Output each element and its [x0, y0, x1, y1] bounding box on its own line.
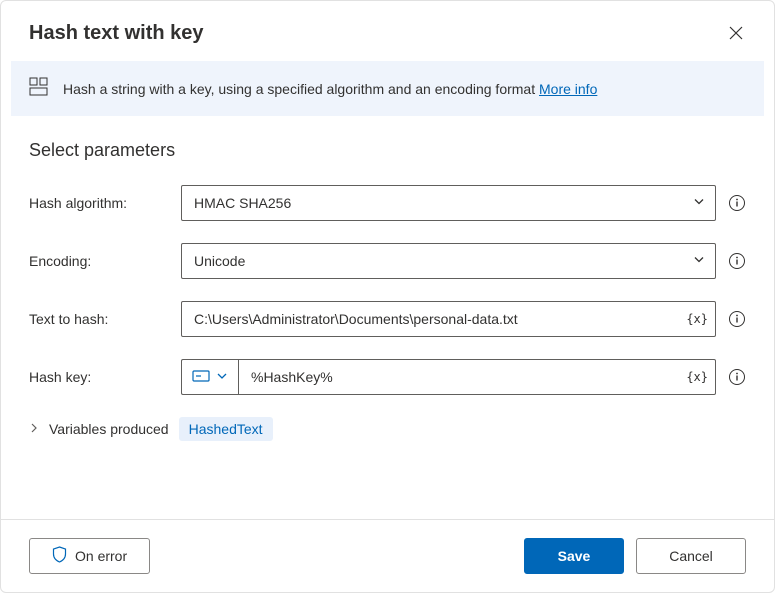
info-banner: Hash a string with a key, using a specif…	[11, 61, 764, 116]
variable-chip[interactable]: HashedText	[179, 417, 273, 441]
close-icon	[728, 25, 744, 41]
more-info-link[interactable]: More info	[539, 81, 597, 97]
chevron-down-icon	[216, 369, 228, 385]
help-icon-encoding[interactable]	[728, 252, 746, 270]
cancel-button[interactable]: Cancel	[636, 538, 746, 574]
save-button[interactable]: Save	[524, 538, 624, 574]
encoding-select[interactable]	[181, 243, 716, 279]
key-input[interactable]	[238, 359, 716, 395]
text-input[interactable]	[181, 301, 716, 337]
text-field-icon	[192, 369, 210, 386]
param-row-text: Text to hash: {x}	[29, 301, 746, 337]
dialog-content: Select parameters Hash algorithm: Encodi…	[1, 116, 774, 519]
key-label: Hash key:	[29, 369, 169, 385]
dialog-header: Hash text with key	[1, 1, 774, 61]
shield-icon	[52, 546, 67, 566]
param-row-encoding: Encoding:	[29, 243, 746, 279]
on-error-button[interactable]: On error	[29, 538, 150, 574]
variable-picker-icon[interactable]: {x}	[686, 370, 708, 384]
close-button[interactable]	[722, 19, 750, 47]
encoding-label: Encoding:	[29, 253, 169, 269]
variable-picker-icon[interactable]: {x}	[686, 312, 708, 326]
dialog-title: Hash text with key	[29, 22, 204, 45]
action-icon	[29, 77, 49, 100]
help-icon-algorithm[interactable]	[728, 194, 746, 212]
dialog-footer: On error Save Cancel	[1, 519, 774, 592]
on-error-label: On error	[75, 548, 127, 564]
banner-description: Hash a string with a key, using a specif…	[63, 81, 539, 97]
algorithm-select[interactable]	[181, 185, 716, 221]
variables-produced-row: Variables produced HashedText	[29, 417, 746, 441]
help-icon-key[interactable]	[728, 368, 746, 386]
param-row-algorithm: Hash algorithm:	[29, 185, 746, 221]
banner-text: Hash a string with a key, using a specif…	[63, 81, 597, 97]
param-row-key: Hash key: {x}	[29, 359, 746, 395]
section-title: Select parameters	[29, 140, 746, 161]
algorithm-label: Hash algorithm:	[29, 195, 169, 211]
text-label: Text to hash:	[29, 311, 169, 327]
expand-chevron-icon[interactable]	[29, 423, 39, 436]
input-type-selector[interactable]	[181, 359, 238, 395]
variables-produced-label: Variables produced	[49, 421, 169, 437]
help-icon-text[interactable]	[728, 310, 746, 328]
